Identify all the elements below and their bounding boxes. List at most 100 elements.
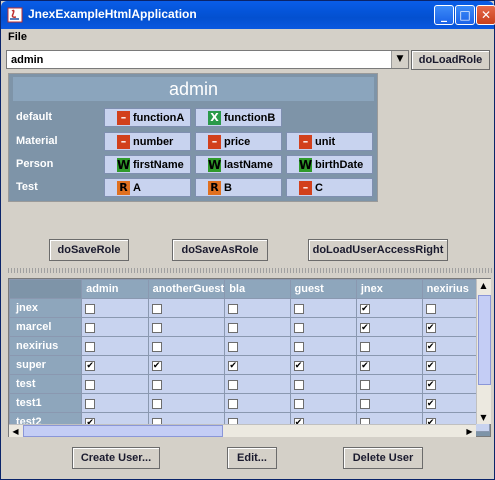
access-checkbox[interactable]: ✔ [425,341,436,352]
access-checkbox[interactable]: ✔ [228,360,239,371]
create-user-button[interactable]: Create User... [72,447,160,469]
access-checkbox[interactable] [228,303,239,314]
column-header[interactable]: guest [289,279,357,299]
access-checkbox[interactable] [85,341,96,352]
permission-toggle[interactable]: WbirthDate [286,155,373,174]
access-cell [147,317,226,337]
window-title: JnexExampleHtmlApplication [28,7,197,21]
access-checkbox[interactable]: ✔ [425,322,436,333]
access-cell: ✔ [147,355,226,375]
access-cell [355,393,423,413]
save-as-role-button[interactable]: doSaveAsRole [172,239,268,261]
role-select[interactable]: admin ▼ [6,50,409,69]
permission-toggle[interactable]: WlastName [195,155,282,174]
permission-label: birthDate [315,159,364,171]
access-checkbox[interactable] [151,341,162,352]
access-checkbox[interactable] [85,398,96,409]
scroll-up-icon[interactable]: ▲ [477,279,490,292]
permission-toggle[interactable]: RA [104,178,191,197]
column-header[interactable]: bla [224,279,291,299]
access-checkbox[interactable]: ✔ [359,322,370,333]
access-checkbox[interactable] [293,303,304,314]
permission-toggle[interactable]: – C [286,178,373,197]
permission-group-label: Person [16,158,54,170]
access-checkbox[interactable] [151,379,162,390]
horizontal-scrollbar[interactable]: ◀ ▶ [9,424,476,437]
permission-toggle[interactable]: WfirstName [104,155,191,174]
table-header-row: admin anotherGuest bla guest jnex nexirius [9,279,490,299]
vertical-scroll-thumb[interactable] [478,295,491,385]
access-checkbox[interactable] [228,322,239,333]
scroll-left-icon[interactable]: ◀ [9,425,22,438]
permission-toggle[interactable]: RB [195,178,282,197]
row-header: super [9,355,83,375]
access-checkbox[interactable] [359,341,370,352]
horizontal-scroll-thumb[interactable] [23,425,223,437]
access-checkbox[interactable] [228,379,239,390]
access-checkbox[interactable] [228,341,239,352]
column-header[interactable]: anotherGuest [147,279,226,299]
split-pane-divider[interactable] [6,268,492,273]
delete-user-button[interactable]: Delete User [343,447,423,469]
permission-toggle[interactable]: – number [104,132,191,151]
access-checkbox[interactable] [85,379,96,390]
load-user-access-right-button[interactable]: doLoadUserAccessRight [308,239,448,261]
permission-group-label: default [16,111,53,123]
column-header[interactable]: admin [81,279,149,299]
access-checkbox[interactable] [425,303,436,314]
access-checkbox[interactable] [151,303,162,314]
access-cell [81,374,149,394]
permission-label: C [315,182,323,194]
access-checkbox[interactable]: ✔ [151,360,162,371]
permission-toggle[interactable]: XfunctionB [195,108,282,127]
access-cell [224,374,291,394]
access-checkbox[interactable]: ✔ [85,360,96,371]
permission-label: number [133,136,174,148]
access-checkbox[interactable] [85,322,96,333]
access-cell [147,393,226,413]
access-checkbox[interactable] [228,398,239,409]
access-checkbox[interactable]: ✔ [425,360,436,371]
access-checkbox[interactable] [151,322,162,333]
menu-file[interactable]: File [8,31,27,43]
title-bar[interactable]: JnexExampleHtmlApplication _ □ ✕ [1,1,495,29]
vertical-scrollbar[interactable]: ▲ ▼ [476,279,491,424]
permission-toggle[interactable]: – functionA [104,108,191,127]
save-role-button[interactable]: doSaveRole [49,239,129,261]
scroll-down-icon[interactable]: ▼ [477,411,490,424]
permission-x-icon: X [208,111,221,125]
minimize-button[interactable]: _ [434,5,454,25]
access-checkbox[interactable]: ✔ [425,379,436,390]
access-checkbox[interactable] [293,341,304,352]
edit-user-button[interactable]: Edit... [227,447,277,469]
column-header[interactable]: jnex [355,279,423,299]
access-checkbox[interactable]: ✔ [293,360,304,371]
maximize-button[interactable]: □ [455,5,475,25]
access-checkbox[interactable] [151,398,162,409]
access-checkbox[interactable] [359,379,370,390]
permission-toggle[interactable]: – unit [286,132,373,151]
access-cell: ✔ [355,317,423,337]
access-checkbox[interactable] [293,322,304,333]
load-role-button[interactable]: doLoadRole [411,50,490,70]
scroll-right-icon[interactable]: ▶ [463,425,476,438]
access-checkbox[interactable]: ✔ [359,303,370,314]
access-cell [289,317,357,337]
access-cell: ✔ [289,355,357,375]
access-cell [147,336,226,356]
access-checkbox[interactable]: ✔ [359,360,370,371]
close-button[interactable]: ✕ [476,5,495,25]
access-checkbox[interactable]: ✔ [425,398,436,409]
permission-toggle[interactable]: – price [195,132,282,151]
permission-group-label: Test [16,181,38,193]
permission-label: functionB [224,112,276,124]
row-header: nexirius [9,336,83,356]
permission-group-label: Material [16,135,58,147]
chevron-down-icon[interactable]: ▼ [391,51,408,68]
access-checkbox[interactable] [293,398,304,409]
menu-bar: File [2,29,494,46]
access-checkbox[interactable] [293,379,304,390]
access-checkbox[interactable] [85,303,96,314]
access-checkbox[interactable] [359,398,370,409]
access-cell [147,374,226,394]
